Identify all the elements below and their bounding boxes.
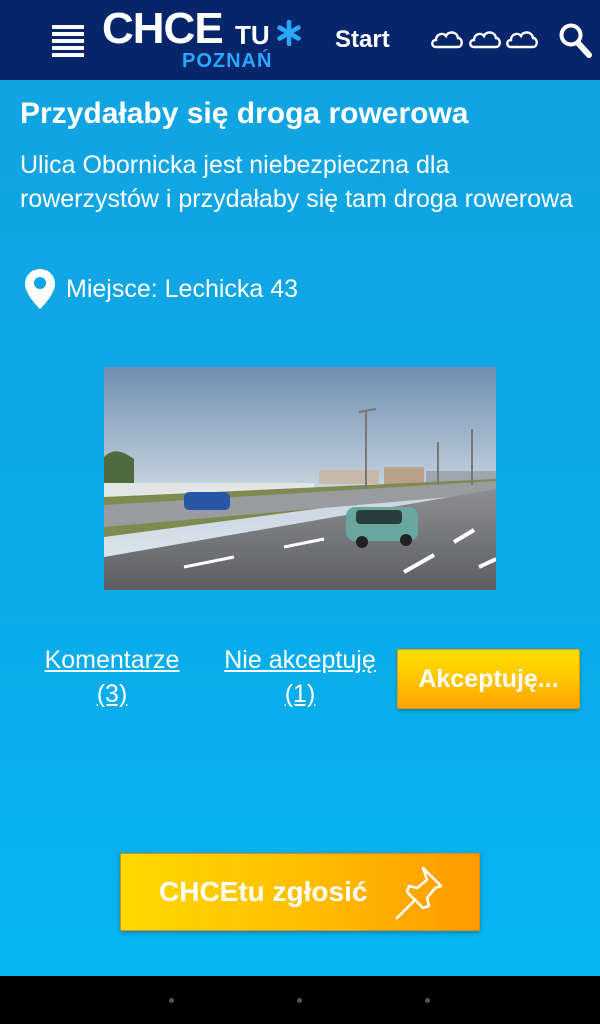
post-photo[interactable] xyxy=(104,367,496,590)
cloud-icon xyxy=(506,31,538,49)
post-description: Ulica Obornicka jest niebezpieczna dla r… xyxy=(20,151,573,213)
pushpin-icon xyxy=(395,866,443,920)
location-label: Miejsce: Lechicka 43 xyxy=(66,275,299,303)
nav-back-dot[interactable] xyxy=(169,998,174,1003)
app-logo[interactable]: CHCE TU POZNAŃ xyxy=(102,6,302,72)
post-title: Przydałaby się droga rowerowa xyxy=(20,97,469,130)
nav-home-dot[interactable] xyxy=(297,998,302,1003)
comments-label: Komentarze xyxy=(44,646,180,674)
logo-tu-text: TU xyxy=(235,20,270,50)
system-nav-bar xyxy=(0,976,600,1024)
reject-link[interactable]: Nie akceptuję (1) xyxy=(206,643,394,711)
comments-count: (3) xyxy=(96,680,128,708)
logo-text: CHCE xyxy=(102,4,224,53)
nav-recent-dot[interactable] xyxy=(425,998,430,1003)
street-photo-image xyxy=(104,367,496,590)
reject-count: (1) xyxy=(284,680,316,708)
comments-link[interactable]: Komentarze (3) xyxy=(28,643,196,711)
search-icon[interactable] xyxy=(558,22,592,58)
menu-icon[interactable] xyxy=(52,25,84,57)
cloud-icon xyxy=(469,31,501,49)
asterisk-icon xyxy=(277,20,301,46)
post-location: Miejsce: Lechicka 43 xyxy=(24,268,584,310)
nav-start-link[interactable]: Start xyxy=(335,26,390,54)
accept-button[interactable]: Akceptuję... xyxy=(397,649,580,709)
app-header: CHCE TU POZNAŃ Start xyxy=(0,0,600,80)
map-pin-icon xyxy=(25,269,55,309)
cloud-icon xyxy=(431,31,463,49)
report-button[interactable]: CHCEtu zgłosić xyxy=(120,853,480,931)
reject-label: Nie akceptuję xyxy=(224,646,376,674)
report-button-label: CHCEtu zgłosić xyxy=(159,876,368,907)
logo-city: POZNAŃ xyxy=(182,50,273,72)
